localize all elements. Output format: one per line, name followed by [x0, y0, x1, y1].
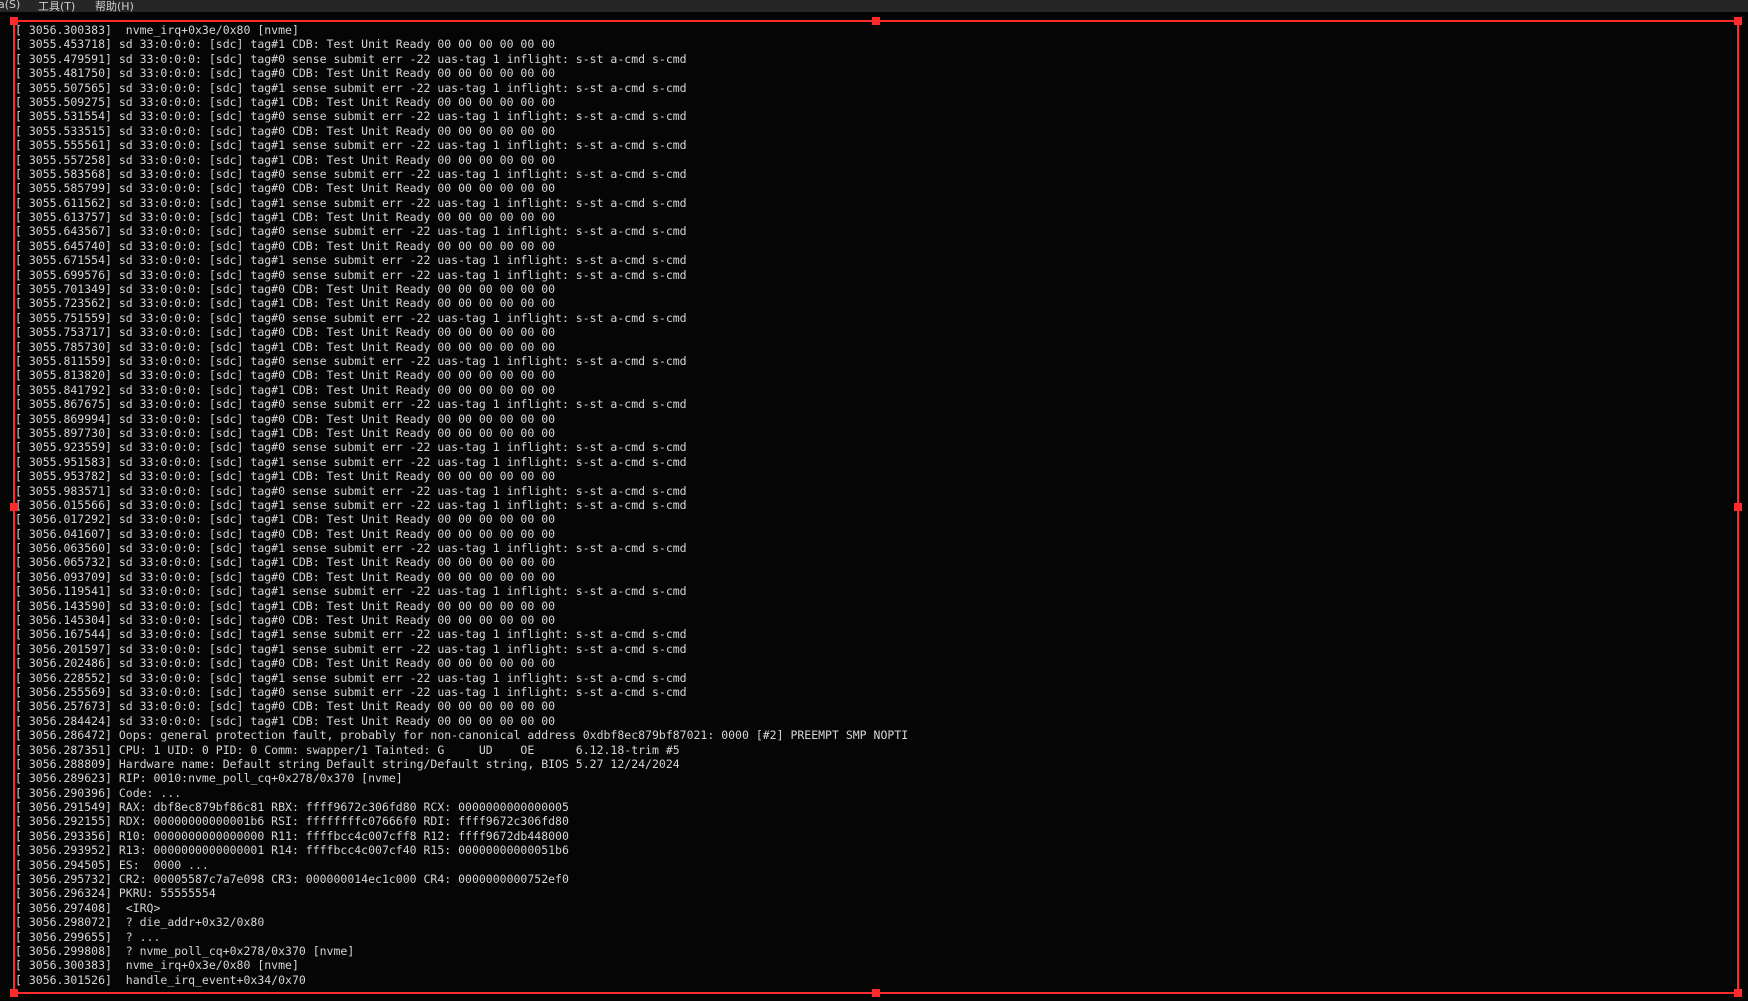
menu-item-view[interactable]: a(S) [0, 0, 20, 11]
resize-handle-top-left[interactable] [10, 17, 18, 25]
menu-bar: a(S) 工具(T) 帮助(H) [0, 0, 1748, 12]
resize-handle-bottom-left[interactable] [10, 989, 18, 997]
menu-item-help[interactable]: 帮助(H) [95, 0, 134, 12]
resize-handle-bottom[interactable] [872, 989, 880, 997]
resize-handle-left[interactable] [10, 503, 18, 511]
resize-handle-bottom-right[interactable] [1734, 989, 1742, 997]
resize-handle-top-right[interactable] [1734, 17, 1742, 25]
screen-capture-app: a(S) 工具(T) 帮助(H) [ 3056.300383] nvme_irq… [0, 0, 1748, 1001]
capture-selection-frame[interactable] [10, 17, 1742, 997]
menu-item-tools[interactable]: 工具(T) [38, 0, 75, 12]
resize-handle-right[interactable] [1734, 503, 1742, 511]
resize-handle-top[interactable] [872, 17, 880, 25]
